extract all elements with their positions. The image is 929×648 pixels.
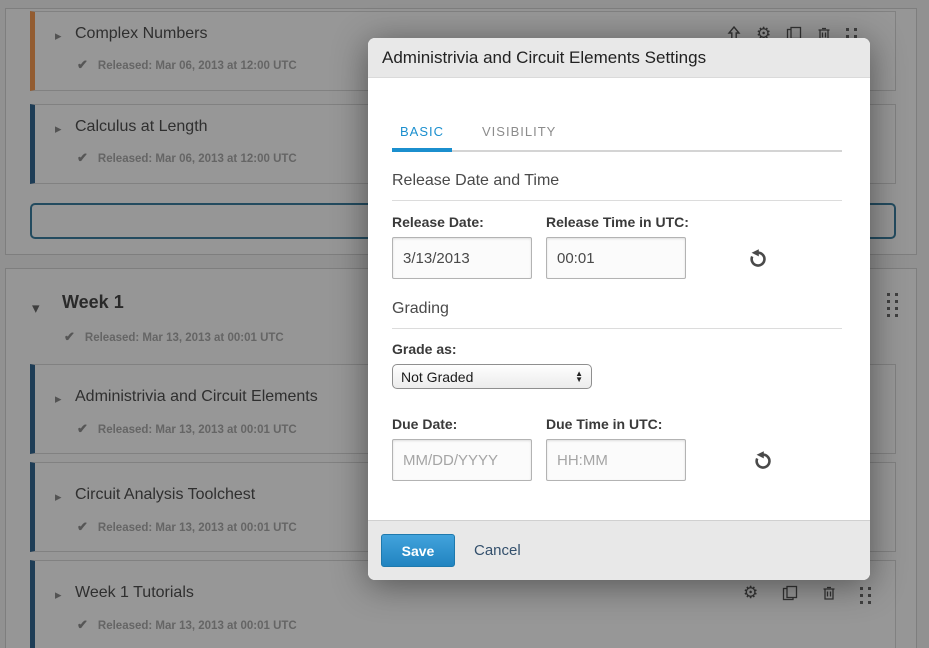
grade-as-select[interactable]: Not Graded ▲▼	[392, 364, 592, 389]
due-date-label: Due Date:	[392, 416, 532, 432]
reset-due-date-icon[interactable]	[753, 450, 773, 481]
release-time-field: Release Time in UTC:	[546, 214, 686, 279]
modal-footer: Save Cancel	[368, 520, 870, 580]
due-time-field: Due Time in UTC:	[546, 416, 686, 481]
due-date-input[interactable]	[392, 439, 532, 481]
course-outline-page: ▸ Complex Numbers ✔Released: Mar 06, 201…	[0, 0, 929, 648]
release-date-label: Release Date:	[392, 214, 532, 230]
grade-as-value: Not Graded	[401, 369, 473, 385]
save-button[interactable]: Save	[381, 534, 455, 567]
tab-visibility[interactable]: VISIBILITY	[474, 124, 564, 150]
release-fields: Release Date: Release Time in UTC:	[392, 214, 768, 279]
cancel-link[interactable]: Cancel	[474, 542, 521, 559]
modal-header: Administrivia and Circuit Elements Setti…	[368, 38, 870, 78]
release-date-field: Release Date:	[392, 214, 532, 279]
due-date-field: Due Date:	[392, 416, 532, 481]
due-fields: Due Date: Due Time in UTC:	[392, 416, 773, 481]
modal-title: Administrivia and Circuit Elements Setti…	[382, 38, 706, 78]
grade-as-label: Grade as:	[392, 341, 457, 357]
release-section-heading: Release Date and Time	[392, 172, 842, 201]
tab-basic[interactable]: BASIC	[392, 124, 452, 152]
due-time-input[interactable]	[546, 439, 686, 481]
select-arrows-icon: ▲▼	[575, 371, 583, 382]
settings-modal: Administrivia and Circuit Elements Setti…	[368, 38, 870, 580]
grading-section-heading: Grading	[392, 300, 842, 329]
release-date-input[interactable]	[392, 237, 532, 279]
modal-tabs: BASIC VISIBILITY	[392, 124, 842, 152]
reset-release-date-icon[interactable]	[748, 248, 768, 279]
release-time-label: Release Time in UTC:	[546, 214, 686, 230]
due-time-label: Due Time in UTC:	[546, 416, 686, 432]
release-time-input[interactable]	[546, 237, 686, 279]
